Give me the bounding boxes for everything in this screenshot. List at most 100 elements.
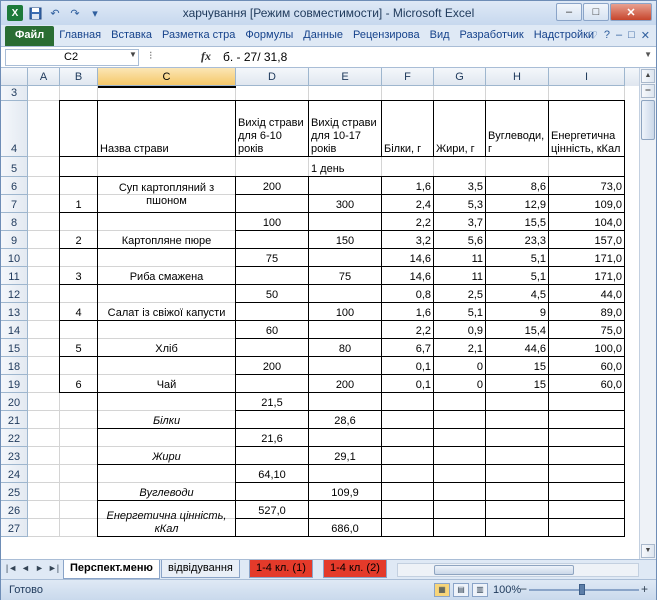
total-6-10[interactable]: 21,6 [238, 429, 306, 446]
formula-input[interactable]: б. - 27/ 31,8 [223, 50, 287, 64]
nutrient-value[interactable]: 11 [436, 249, 483, 266]
sheet-tab[interactable]: 1-4 кл. (2) [323, 560, 387, 578]
tab-insert[interactable]: Вставка [106, 26, 157, 46]
dish-number[interactable]: 6 [62, 357, 95, 392]
nutrient-value[interactable]: 3,2 [384, 231, 431, 248]
nutrient-value[interactable]: 73,0 [551, 177, 622, 194]
row-header-25[interactable]: 25 [1, 483, 28, 501]
scroll-up-icon[interactable]: ▲ [641, 69, 655, 83]
header-carbs[interactable]: Вуглеводи, г [488, 101, 546, 156]
nutrient-value[interactable]: 15 [488, 357, 546, 374]
tab-file[interactable]: Файл [5, 26, 55, 46]
dish-name[interactable]: Хліб [100, 321, 233, 356]
normal-view-icon[interactable]: ▦ [434, 583, 450, 597]
nutrient-value[interactable]: 14,6 [384, 249, 431, 266]
row-header-4[interactable]: 4 [1, 101, 28, 157]
horizontal-scrollbar[interactable] [397, 563, 639, 577]
total-10-17[interactable]: 28,6 [311, 411, 379, 428]
row-header-8[interactable]: 8 [1, 213, 28, 231]
workbook-close-icon[interactable]: ✕ [641, 29, 650, 42]
row-header-9[interactable]: 9 [1, 231, 28, 249]
output-6-10[interactable]: 200 [238, 357, 306, 374]
next-sheet-icon[interactable]: ► [33, 563, 46, 573]
help-icon[interactable]: ? [604, 29, 610, 42]
nutrient-value[interactable]: 0,1 [384, 357, 431, 374]
zoom-in-icon[interactable]: + [641, 582, 648, 596]
column-header-h[interactable]: H [486, 68, 549, 86]
nutrient-value[interactable]: 157,0 [551, 231, 622, 248]
workbook-minimize-icon[interactable]: – [616, 29, 622, 42]
column-header-a[interactable]: A [28, 68, 60, 86]
row-header-13[interactable]: 13 [1, 303, 28, 321]
nutrient-value[interactable]: 15 [488, 375, 546, 392]
nutrient-value[interactable]: 15,4 [488, 321, 546, 338]
nutrient-value[interactable]: 14,6 [384, 267, 431, 284]
row-header-12[interactable]: 12 [1, 285, 28, 303]
nutrient-value[interactable]: 2,1 [436, 339, 483, 356]
row-header-3[interactable]: 3 [1, 86, 28, 101]
nutrient-value[interactable]: 11 [436, 267, 483, 284]
row-header-27[interactable]: 27 [1, 519, 28, 537]
zoom-slider-knob[interactable] [579, 584, 585, 595]
tab-formulas[interactable]: Формулы [240, 26, 298, 46]
tab-view[interactable]: Вид [425, 26, 455, 46]
column-header-g[interactable]: G [434, 68, 486, 86]
row-header-10[interactable]: 10 [1, 249, 28, 267]
tab-review[interactable]: Рецензирова [348, 26, 425, 46]
insert-function-icon[interactable]: fx [201, 49, 211, 64]
column-header-c[interactable]: C [98, 68, 236, 86]
nutrient-value[interactable]: 171,0 [551, 267, 622, 284]
row-header-5[interactable]: 5 [1, 157, 28, 177]
header-energy[interactable]: Енергетична цінність, кКал [551, 101, 622, 156]
row-header-20[interactable]: 20 [1, 393, 28, 411]
vertical-scroll-thumb[interactable] [641, 100, 655, 140]
nutrient-value[interactable]: 8,6 [488, 177, 546, 194]
total-10-17[interactable]: 686,0 [311, 519, 379, 536]
nutrient-value[interactable]: 3,5 [436, 177, 483, 194]
page-layout-view-icon[interactable]: ▤ [453, 583, 469, 597]
maximize-button[interactable]: □ [583, 3, 609, 21]
output-6-10[interactable]: 200 [238, 177, 306, 194]
nutrient-value[interactable]: 1,6 [384, 177, 431, 194]
total-10-17[interactable]: 29,1 [311, 447, 379, 464]
nutrient-value[interactable]: 23,3 [488, 231, 546, 248]
nutrient-value[interactable]: 44,6 [488, 339, 546, 356]
nutrient-value[interactable]: 6,7 [384, 339, 431, 356]
sheet-tab[interactable]: Перспект.меню [63, 560, 160, 579]
close-button[interactable]: ✕ [610, 3, 652, 21]
first-sheet-icon[interactable]: |◄ [5, 563, 18, 573]
zoom-level[interactable]: 100% [493, 584, 521, 596]
dish-number[interactable]: 5 [62, 321, 95, 356]
row-header-6[interactable]: 6 [1, 177, 28, 195]
row-header-18[interactable]: 18 [1, 357, 28, 375]
dish-name[interactable]: Картопляне пюре [100, 213, 233, 248]
select-all-corner[interactable] [1, 68, 28, 86]
column-header-f[interactable]: F [382, 68, 434, 86]
nutrient-value[interactable]: 0 [436, 375, 483, 392]
output-10-17[interactable]: 150 [311, 231, 379, 248]
nutrient-value[interactable]: 44,0 [551, 285, 622, 302]
prev-sheet-icon[interactable]: ◄ [19, 563, 32, 573]
nutrient-value[interactable]: 5,1 [488, 267, 546, 284]
tab-developer[interactable]: Разработчик [455, 26, 529, 46]
dish-number[interactable]: 2 [62, 213, 95, 248]
nutrient-value[interactable]: 0,1 [384, 375, 431, 392]
output-10-17[interactable]: 75 [311, 267, 379, 284]
nutrient-value[interactable]: 1,6 [384, 303, 431, 320]
row-header-22[interactable]: 22 [1, 429, 28, 447]
header-output-10-17[interactable]: Вихід страви для 10-17 років [311, 101, 379, 156]
header-output-6-10[interactable]: Вихід страви для 6-10 років [238, 101, 306, 156]
nutrient-value[interactable]: 60,0 [551, 357, 622, 374]
nutrient-value[interactable]: 12,9 [488, 195, 546, 212]
total-6-10[interactable]: 21,5 [238, 393, 306, 410]
dish-name[interactable]: Салат із свіжої капусти [100, 285, 233, 320]
nutrient-value[interactable]: 2,5 [436, 285, 483, 302]
total-6-10[interactable]: 527,0 [238, 501, 306, 518]
day-label[interactable]: 1 день [311, 157, 379, 176]
nutrient-value[interactable]: 3,7 [436, 213, 483, 230]
header-name[interactable]: Назва страви [100, 101, 233, 156]
row-header-19[interactable]: 19 [1, 375, 28, 393]
output-6-10[interactable]: 50 [238, 285, 306, 302]
nutrient-value[interactable]: 5,3 [436, 195, 483, 212]
nutrient-value[interactable]: 104,0 [551, 213, 622, 230]
